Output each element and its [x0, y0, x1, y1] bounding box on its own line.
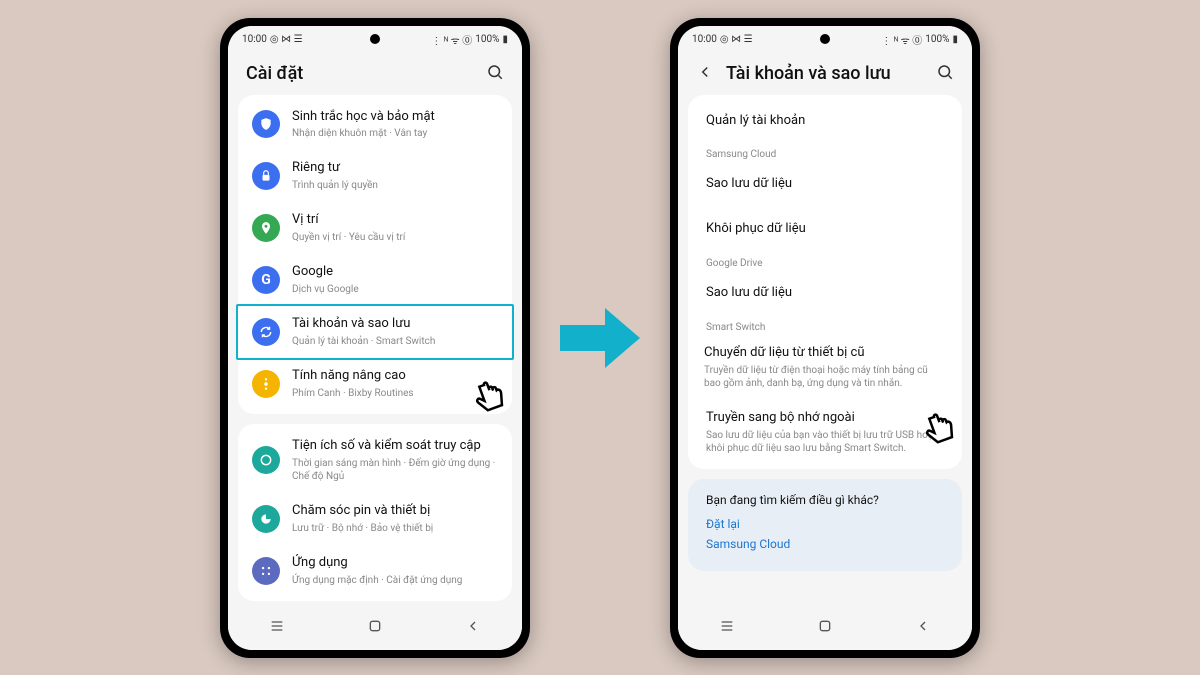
recents-icon[interactable]	[719, 618, 735, 638]
row-sub: Truyền dữ liệu từ điện thoại hoặc máy tí…	[704, 364, 946, 390]
phone-left: 10:00◎ ⋈ ☰ ⋮ ᴺ ᯤ ⓪100%▮ Cài đặt Sinh trắ…	[220, 18, 530, 658]
back-nav-icon[interactable]	[465, 618, 481, 638]
settings-item-battery[interactable]: Chăm sóc pin và thiết bị Lưu trữ · Bộ nhớ…	[238, 493, 512, 545]
status-left-icons: ◎ ⋈ ☰	[720, 34, 753, 45]
settings-item-google[interactable]: G Google Dịch vụ Google	[238, 254, 512, 306]
status-battery: 100%	[475, 34, 499, 45]
row-title: Sao lưu dữ liệu	[706, 285, 944, 302]
row-title: Tiện ích số và kiểm soát truy cập	[292, 438, 498, 455]
settings-item-wellbeing[interactable]: Tiện ích số và kiểm soát truy cập Thời gi…	[238, 428, 512, 493]
manage-accounts-row[interactable]: Quản lý tài khoản	[688, 99, 962, 144]
row-title: Vị trí	[292, 212, 498, 229]
samsung-cloud-link[interactable]: Samsung Cloud	[706, 537, 944, 551]
nav-bar	[228, 608, 522, 650]
sync-icon	[252, 318, 280, 346]
settings-header: Cài đặt	[228, 49, 522, 95]
row-sub: Ứng dụng mặc định · Cài đặt ứng dụng	[292, 574, 498, 587]
row-title: Ứng dụng	[292, 555, 498, 572]
phone-frame: 10:00◎ ⋈ ☰ ⋮ ᴺ ᯤ ⓪100%▮ Tài khoản và sao…	[670, 18, 980, 658]
row-title: Chuyển dữ liệu từ thiết bị cũ	[704, 345, 946, 362]
search-icon[interactable]	[936, 63, 954, 85]
section-google-drive: Google Drive	[688, 252, 962, 271]
status-time: 10:00	[242, 34, 267, 45]
battery-icon: ▮	[502, 34, 508, 45]
phone-right: 10:00◎ ⋈ ☰ ⋮ ᴺ ᯤ ⓪100%▮ Tài khoản và sao…	[670, 18, 980, 658]
search-icon[interactable]	[486, 63, 504, 85]
wellbeing-icon	[252, 446, 280, 474]
row-title: Khôi phục dữ liệu	[706, 221, 944, 238]
row-title: Quản lý tài khoản	[706, 113, 944, 130]
backup-data-row[interactable]: Sao lưu dữ liệu	[688, 162, 962, 207]
settings-item-advanced[interactable]: Tính năng nâng cao Phím Canh · Bixby Rout…	[238, 358, 512, 410]
row-sub: Dịch vụ Google	[292, 283, 498, 296]
status-battery: 100%	[925, 34, 949, 45]
status-right-icons: ⋮ ᴺ ᯤ ⓪	[881, 32, 922, 47]
screen: 10:00◎ ⋈ ☰ ⋮ ᴺ ᯤ ⓪100%▮ Cài đặt Sinh trắ…	[228, 26, 522, 650]
status-left-icons: ◎ ⋈ ☰	[270, 34, 303, 45]
settings-item-accounts[interactable]: Tài khoản và sao lưu Quản lý tài khoản · …	[236, 304, 514, 360]
backup-header: Tài khoản và sao lưu	[678, 49, 972, 95]
status-time: 10:00	[692, 34, 717, 45]
settings-item-location[interactable]: Vị trí Quyền vị trí · Yêu cầu vị trí	[238, 202, 512, 254]
row-sub: Sao lưu dữ liệu của bạn vào thiết bị lưu…	[706, 429, 944, 455]
lock-icon	[252, 162, 280, 190]
section-smart-switch: Smart Switch	[688, 316, 962, 335]
row-title: Chăm sóc pin và thiết bị	[292, 503, 498, 520]
advanced-icon	[252, 370, 280, 398]
page-title: Cài đặt	[246, 63, 303, 84]
apps-icon	[252, 557, 280, 585]
settings-item-security[interactable]: Sinh trắc học và bảo mậtNhận diện khuôn …	[238, 99, 512, 151]
row-sub: Thời gian sáng màn hình · Đếm giờ ứng dụ…	[292, 457, 498, 483]
row-sub: Quản lý tài khoản · Smart Switch	[292, 335, 498, 348]
info-title: Bạn đang tìm kiếm điều gì khác?	[706, 493, 944, 507]
row-title: Sao lưu dữ liệu	[706, 176, 944, 193]
settings-item-apps[interactable]: Ứng dụng Ứng dụng mặc định · Cài đặt ứng …	[238, 545, 512, 597]
external-storage-row[interactable]: Truyền sang bộ nhớ ngoài Sao lưu dữ liệu…	[688, 400, 962, 465]
battery-care-icon	[252, 505, 280, 533]
recents-icon[interactable]	[269, 618, 285, 638]
settings-list[interactable]: Sinh trắc học và bảo mậtNhận diện khuôn …	[228, 95, 522, 608]
page-title: Tài khoản và sao lưu	[726, 63, 891, 84]
back-nav-icon[interactable]	[915, 618, 931, 638]
back-icon[interactable]	[696, 63, 714, 85]
backup-list[interactable]: Quản lý tài khoản Samsung Cloud Sao lưu …	[678, 95, 972, 608]
restore-data-row[interactable]: Khôi phục dữ liệu	[688, 207, 962, 252]
row-sub: Trình quản lý quyền	[292, 179, 498, 192]
row-sub: Nhận diện khuôn mặt · Vân tay	[292, 127, 498, 140]
google-icon: G	[252, 266, 280, 294]
drive-backup-row[interactable]: Sao lưu dữ liệu	[688, 271, 962, 316]
row-title: Truyền sang bộ nhớ ngoài	[706, 410, 944, 427]
phone-frame: 10:00◎ ⋈ ☰ ⋮ ᴺ ᯤ ⓪100%▮ Cài đặt Sinh trắ…	[220, 18, 530, 658]
status-right-icons: ⋮ ᴺ ᯤ ⓪	[431, 32, 472, 47]
shield-icon	[252, 110, 280, 138]
row-title: Riêng tư	[292, 160, 498, 177]
row-title: Tài khoản và sao lưu	[292, 316, 498, 333]
row-sub: Lưu trữ · Bộ nhớ · Bảo vệ thiết bị	[292, 522, 498, 535]
camera-punch-icon	[370, 34, 380, 44]
row-title: Sinh trắc học và bảo mật	[292, 109, 498, 126]
battery-icon: ▮	[952, 34, 958, 45]
settings-item-privacy[interactable]: Riêng tư Trình quản lý quyền	[238, 150, 512, 202]
home-icon[interactable]	[367, 618, 383, 638]
looking-for-card: Bạn đang tìm kiếm điều gì khác? Đặt lại …	[688, 479, 962, 571]
section-samsung-cloud: Samsung Cloud	[688, 143, 962, 162]
transfer-old-device-row[interactable]: Chuyển dữ liệu từ thiết bị cũ Truyền dữ …	[688, 335, 962, 400]
home-icon[interactable]	[817, 618, 833, 638]
arrow-right-icon	[560, 303, 640, 373]
row-title: Tính năng nâng cao	[292, 368, 498, 385]
row-sub: Phím Canh · Bixby Routines	[292, 387, 498, 400]
screen: 10:00◎ ⋈ ☰ ⋮ ᴺ ᯤ ⓪100%▮ Tài khoản và sao…	[678, 26, 972, 650]
location-icon	[252, 214, 280, 242]
nav-bar	[678, 608, 972, 650]
row-sub: Quyền vị trí · Yêu cầu vị trí	[292, 231, 498, 244]
camera-punch-icon	[820, 34, 830, 44]
reset-link[interactable]: Đặt lại	[706, 517, 944, 531]
row-title: Google	[292, 264, 498, 281]
